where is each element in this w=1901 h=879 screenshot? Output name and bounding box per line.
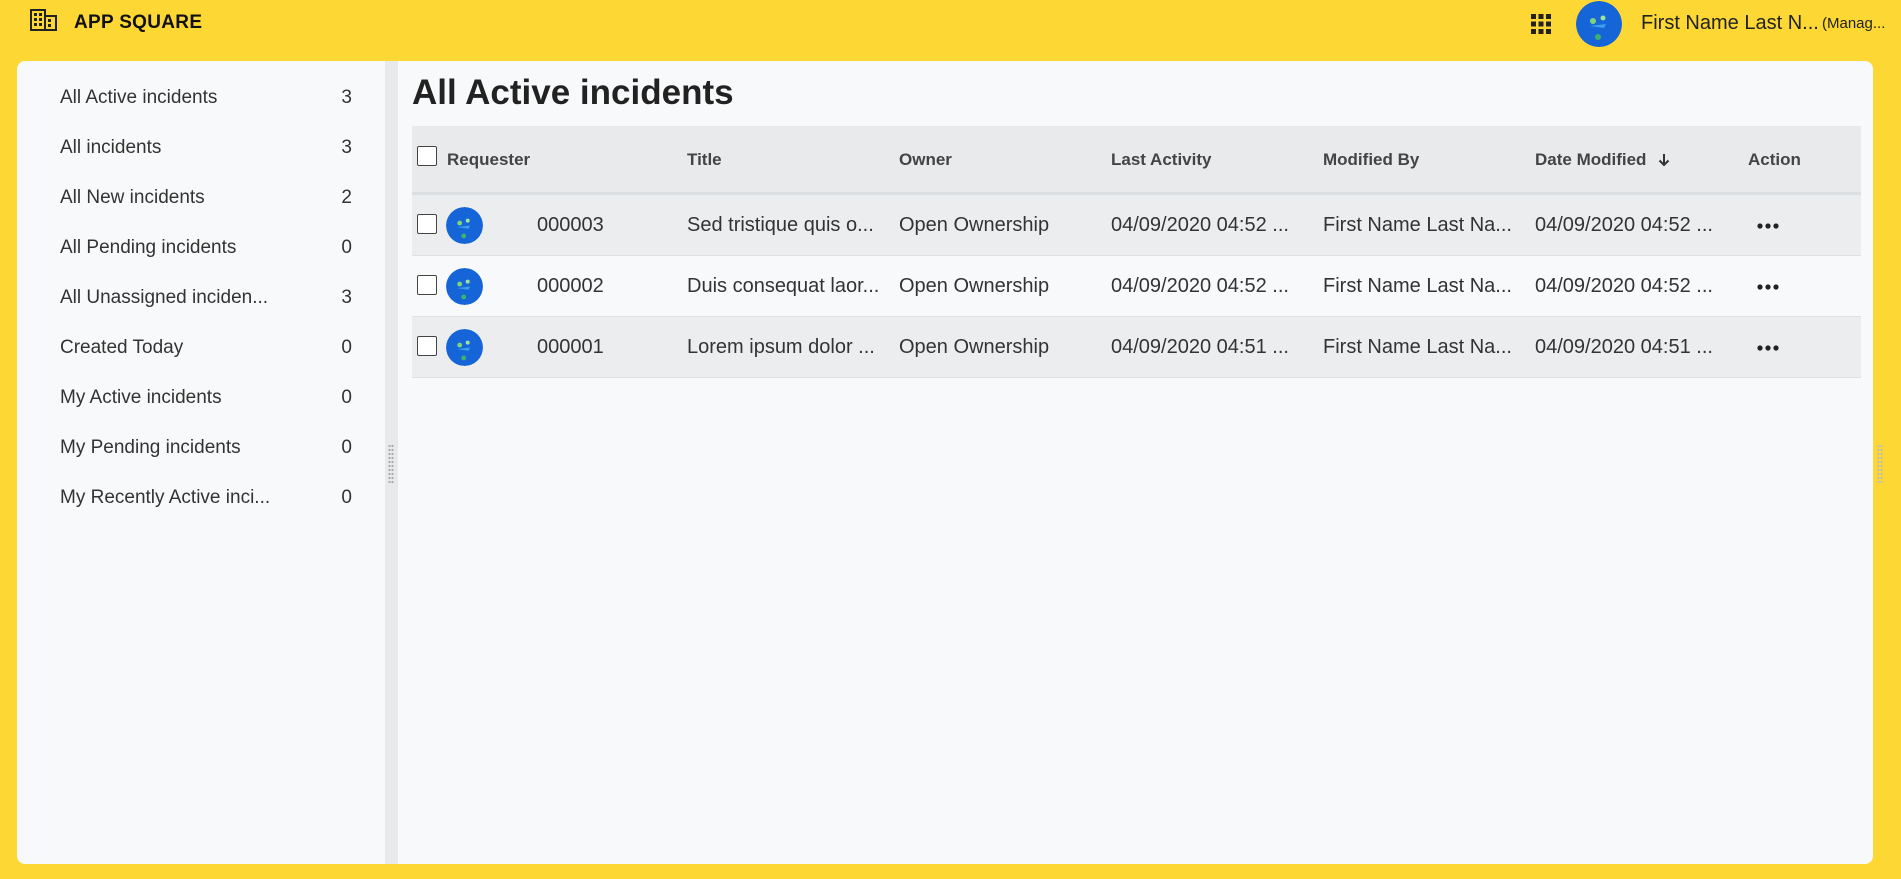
apps-grid-icon[interactable] bbox=[1530, 13, 1552, 35]
sidebar-item-all-new-incidents[interactable]: All New incidents 2 bbox=[17, 174, 385, 224]
incident-owner: Open Ownership bbox=[899, 275, 1050, 297]
incident-owner: Open Ownership bbox=[899, 336, 1050, 358]
requester-avatar[interactable] bbox=[446, 329, 483, 366]
incident-last-activity: 04/09/2020 04:51 ... bbox=[1111, 336, 1289, 358]
sidebar-item-label: My Recently Active inci... bbox=[60, 487, 271, 508]
incident-id[interactable]: 000001 bbox=[537, 336, 667, 359]
sidebar-item-count: 0 bbox=[341, 387, 352, 408]
more-actions-icon[interactable] bbox=[1753, 275, 1783, 299]
requester-avatar[interactable] bbox=[446, 207, 483, 244]
column-header-owner[interactable]: Owner bbox=[899, 150, 952, 170]
column-header-date-modified-wrap[interactable]: Date Modified bbox=[1535, 150, 1671, 170]
sidebar-item-all-active-incidents[interactable]: All Active incidents 3 bbox=[17, 74, 385, 124]
sidebar-item-my-active-incidents[interactable]: My Active incidents 0 bbox=[17, 374, 385, 424]
sidebar-item-count: 3 bbox=[341, 287, 352, 308]
column-header-title[interactable]: Title bbox=[687, 150, 722, 170]
sidebar-item-label: Created Today bbox=[60, 337, 184, 358]
incidents-table: Requester Title Owner Last Activity Modi… bbox=[412, 126, 1861, 378]
drag-grip-icon bbox=[388, 444, 394, 484]
sidebar-item-all-pending-incidents[interactable]: All Pending incidents 0 bbox=[17, 224, 385, 274]
column-header-action: Action bbox=[1748, 150, 1801, 169]
sidebar-item-label: All Active incidents bbox=[60, 87, 218, 108]
sidebar-item-count: 3 bbox=[341, 87, 352, 108]
column-header-requester[interactable]: Requester bbox=[447, 150, 530, 170]
select-all-checkbox[interactable] bbox=[417, 146, 437, 166]
incident-last-activity: 04/09/2020 04:52 ... bbox=[1111, 275, 1289, 297]
page-title: All Active incidents bbox=[412, 73, 734, 112]
incident-modified-by: First Name Last Na... bbox=[1323, 214, 1512, 236]
sidebar-item-count: 0 bbox=[341, 237, 352, 258]
sidebar-item-my-pending-incidents[interactable]: My Pending incidents 0 bbox=[17, 424, 385, 474]
requester-avatar[interactable] bbox=[446, 268, 483, 305]
user-name[interactable]: First Name Last N... bbox=[1641, 12, 1819, 35]
table-header: Requester Title Owner Last Activity Modi… bbox=[412, 126, 1861, 195]
main-panel: All Active incidents Requester Title Own… bbox=[398, 61, 1883, 864]
sidebar-item-all-unassigned-incidents[interactable]: All Unassigned inciden... 3 bbox=[17, 274, 385, 324]
incident-date-modified: 04/09/2020 04:52 ... bbox=[1535, 214, 1713, 236]
incident-last-activity: 04/09/2020 04:52 ... bbox=[1111, 214, 1289, 236]
sidebar-item-count: 0 bbox=[341, 337, 352, 358]
table-row[interactable]: 000002 Duis consequat laor... Open Owner… bbox=[412, 256, 1861, 317]
sidebar-item-count: 2 bbox=[341, 187, 352, 208]
row-checkbox[interactable] bbox=[417, 336, 437, 356]
incident-id[interactable]: 000002 bbox=[537, 275, 667, 298]
more-actions-icon[interactable] bbox=[1753, 336, 1783, 360]
sidebar-item-label: All New incidents bbox=[60, 187, 205, 208]
app-title[interactable]: APP SQUARE bbox=[74, 12, 202, 34]
sidebar-item-all-incidents[interactable]: All incidents 3 bbox=[17, 124, 385, 174]
column-header-date-modified: Date Modified bbox=[1535, 150, 1647, 169]
table-row[interactable]: 000001 Lorem ipsum dolor ... Open Owners… bbox=[412, 317, 1861, 378]
sidebar-item-label: All incidents bbox=[60, 137, 162, 158]
panel-resize-handle[interactable] bbox=[385, 61, 398, 864]
incident-title[interactable]: Sed tristique quis o... bbox=[687, 214, 882, 237]
row-checkbox[interactable] bbox=[417, 275, 437, 295]
sidebar-item-created-today[interactable]: Created Today 0 bbox=[17, 324, 385, 374]
sidebar-item-count: 0 bbox=[341, 437, 352, 458]
incident-date-modified: 04/09/2020 04:51 ... bbox=[1535, 336, 1713, 358]
sidebar-item-label: My Active incidents bbox=[60, 387, 222, 408]
incident-title[interactable]: Lorem ipsum dolor ... bbox=[687, 336, 882, 359]
more-actions-icon[interactable] bbox=[1753, 214, 1783, 238]
column-header-modified-by[interactable]: Modified By bbox=[1323, 150, 1419, 170]
app-header: APP SQUARE First Name Last N... (Manag..… bbox=[0, 0, 1901, 60]
incident-modified-by: First Name Last Na... bbox=[1323, 275, 1512, 297]
sidebar-item-label: All Pending incidents bbox=[60, 237, 237, 258]
incident-views-sidebar: All Active incidents 3 All incidents 3 A… bbox=[17, 61, 385, 864]
incident-title[interactable]: Duis consequat laor... bbox=[687, 275, 882, 298]
incident-id[interactable]: 000003 bbox=[537, 214, 667, 237]
drag-grip-icon[interactable] bbox=[1877, 444, 1883, 484]
sidebar-item-my-recently-active-incidents[interactable]: My Recently Active inci... 0 bbox=[17, 474, 385, 524]
building-icon bbox=[30, 9, 57, 31]
incident-modified-by: First Name Last Na... bbox=[1323, 336, 1512, 358]
table-row[interactable]: 000003 Sed tristique quis o... Open Owne… bbox=[412, 195, 1861, 256]
user-avatar[interactable] bbox=[1576, 1, 1622, 47]
sidebar-item-count: 0 bbox=[341, 487, 352, 508]
sidebar-item-label: All Unassigned inciden... bbox=[60, 287, 269, 308]
arrow-down-icon bbox=[1658, 154, 1670, 167]
user-role: (Manag... bbox=[1822, 15, 1886, 32]
sidebar-item-label: My Pending incidents bbox=[60, 437, 241, 458]
column-header-last-activity[interactable]: Last Activity bbox=[1111, 150, 1211, 170]
sidebar-item-count: 3 bbox=[341, 137, 352, 158]
row-checkbox[interactable] bbox=[417, 214, 437, 234]
incident-owner: Open Ownership bbox=[899, 214, 1050, 236]
incident-date-modified: 04/09/2020 04:52 ... bbox=[1535, 275, 1713, 297]
